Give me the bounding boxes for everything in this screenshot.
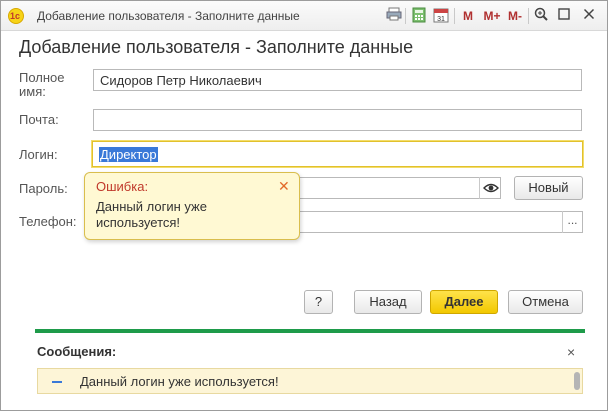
tooltip-title: Ошибка: — [96, 179, 149, 194]
login-label: Логин: — [19, 147, 58, 162]
cancel-button[interactable]: Отмена — [508, 290, 583, 314]
messages-title: Сообщения: — [37, 344, 117, 359]
messages-scrollbar[interactable] — [574, 372, 580, 390]
window-title: Добавление пользователя - Заполните данн… — [37, 9, 300, 23]
memory-button[interactable]: M — [461, 7, 475, 25]
title-bar: Добавление пользователя - Заполните данн… — [1, 1, 607, 31]
messages-close-icon[interactable]: × — [567, 344, 575, 360]
help-button[interactable]: ? — [304, 290, 333, 314]
toolbar-separator — [528, 8, 529, 24]
show-password-button[interactable] — [479, 177, 501, 199]
calculator-icon[interactable] — [410, 7, 428, 25]
fullname-label: Полное имя: — [19, 70, 65, 99]
calendar-icon[interactable]: 31 — [432, 7, 450, 25]
svg-text:31: 31 — [437, 16, 445, 23]
print-icon[interactable] — [385, 7, 403, 25]
messages-divider — [35, 329, 585, 333]
message-text: Данный логин уже используется! — [80, 374, 279, 389]
new-password-button[interactable]: Новый — [514, 176, 583, 200]
email-label: Почта: — [19, 112, 59, 127]
app-window: Добавление пользователя - Заполните данн… — [0, 0, 608, 411]
tooltip-close-icon[interactable]: ✕ — [278, 178, 290, 195]
login-value: Директор — [99, 147, 158, 162]
toolbar-separator — [454, 8, 455, 24]
email-input[interactable] — [93, 109, 582, 131]
next-button[interactable]: Далее — [430, 290, 498, 314]
form-title: Добавление пользователя - Заполните данн… — [19, 37, 414, 57]
memory-minus-button[interactable]: M- — [505, 7, 525, 25]
eye-icon — [483, 183, 499, 193]
toolbar-separator — [405, 8, 406, 24]
password-label: Пароль: — [19, 181, 68, 196]
zoom-icon[interactable] — [532, 7, 550, 25]
message-marker-icon — [52, 381, 62, 383]
message-item[interactable]: Данный логин уже используется! — [37, 368, 583, 394]
back-button[interactable]: Назад — [354, 290, 422, 314]
close-icon[interactable] — [581, 7, 597, 25]
memory-plus-button[interactable]: M+ — [481, 7, 503, 25]
phone-select-button[interactable]: ... — [562, 211, 582, 233]
fullname-input[interactable]: Сидоров Петр Николаевич — [93, 69, 582, 91]
login-input[interactable]: Директор — [92, 141, 583, 167]
error-tooltip: Ошибка: ✕ Данный логин уже используется! — [84, 172, 300, 240]
tooltip-message: Данный логин уже используется! — [96, 199, 207, 230]
maximize-icon[interactable] — [556, 7, 572, 25]
app-logo-icon — [8, 8, 24, 24]
phone-label: Телефон: — [19, 214, 77, 229]
